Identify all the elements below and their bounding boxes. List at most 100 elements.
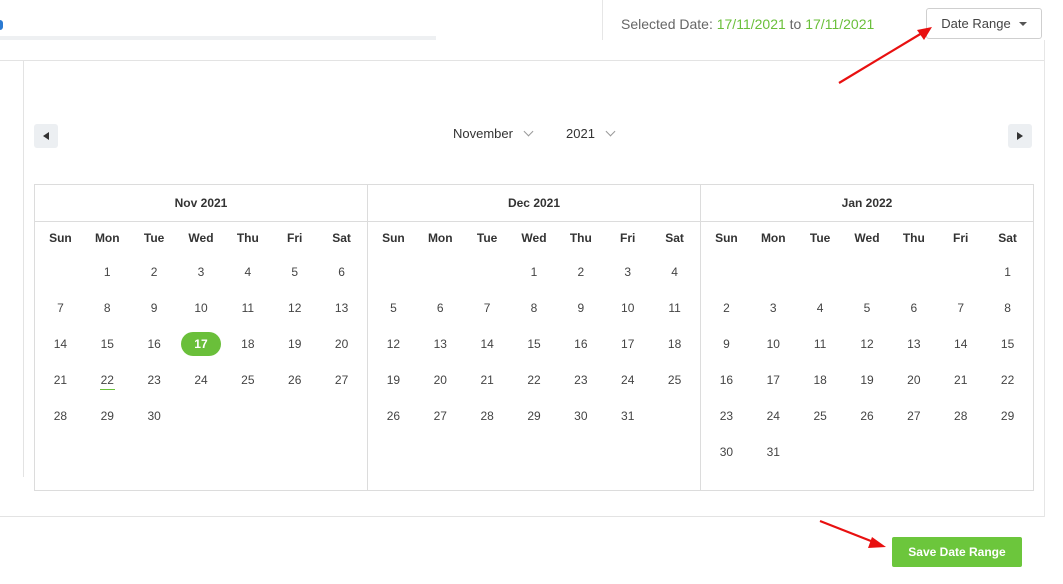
day-cell-selected[interactable]: 17 — [178, 332, 225, 356]
day-cell[interactable]: 30 — [703, 440, 750, 464]
day-cell[interactable]: 28 — [937, 404, 984, 428]
day-cell[interactable]: 6 — [318, 260, 365, 284]
day-cell[interactable]: 11 — [797, 332, 844, 356]
day-cell[interactable]: 17 — [604, 332, 651, 356]
day-cell[interactable]: 27 — [417, 404, 464, 428]
day-cell[interactable]: 26 — [271, 368, 318, 392]
day-cell[interactable]: 26 — [844, 404, 891, 428]
empty-day-cell — [890, 260, 937, 284]
day-cell[interactable]: 18 — [224, 332, 271, 356]
day-cell[interactable]: 4 — [651, 260, 698, 284]
day-cell[interactable]: 14 — [937, 332, 984, 356]
day-cell[interactable]: 18 — [797, 368, 844, 392]
day-cell[interactable]: 25 — [797, 404, 844, 428]
day-cell[interactable]: 23 — [557, 368, 604, 392]
day-cell[interactable]: 17 — [750, 368, 797, 392]
day-cell[interactable]: 1 — [84, 260, 131, 284]
day-cell[interactable]: 8 — [984, 296, 1031, 320]
day-cell[interactable]: 16 — [557, 332, 604, 356]
day-cell[interactable]: 27 — [318, 368, 365, 392]
day-cell[interactable]: 1 — [511, 260, 558, 284]
day-cell[interactable]: 3 — [178, 260, 225, 284]
day-cell[interactable]: 9 — [703, 332, 750, 356]
day-cell[interactable]: 8 — [511, 296, 558, 320]
day-cell[interactable]: 28 — [464, 404, 511, 428]
day-cell[interactable]: 27 — [890, 404, 937, 428]
month-select[interactable]: November — [453, 126, 534, 141]
day-cell[interactable]: 29 — [984, 404, 1031, 428]
day-cell[interactable]: 7 — [937, 296, 984, 320]
day-cell[interactable]: 14 — [464, 332, 511, 356]
day-cell[interactable]: 14 — [37, 332, 84, 356]
day-cell[interactable]: 22 — [511, 368, 558, 392]
day-cell[interactable]: 16 — [703, 368, 750, 392]
day-cell[interactable]: 19 — [271, 332, 318, 356]
day-cell[interactable]: 8 — [84, 296, 131, 320]
day-cell[interactable]: 21 — [37, 368, 84, 392]
day-cell[interactable]: 23 — [131, 368, 178, 392]
day-cell[interactable]: 9 — [557, 296, 604, 320]
day-cell[interactable]: 2 — [703, 296, 750, 320]
day-cell[interactable]: 3 — [604, 260, 651, 284]
day-cell[interactable]: 7 — [464, 296, 511, 320]
day-cell[interactable]: 5 — [370, 296, 417, 320]
day-cell[interactable]: 30 — [131, 404, 178, 428]
day-cell[interactable]: 15 — [511, 332, 558, 356]
day-cell[interactable]: 19 — [370, 368, 417, 392]
day-cell-today[interactable]: 22 — [84, 368, 131, 392]
day-cell[interactable]: 26 — [370, 404, 417, 428]
day-cell[interactable]: 22 — [984, 368, 1031, 392]
day-cell[interactable]: 25 — [224, 368, 271, 392]
save-date-range-button[interactable]: Save Date Range — [892, 537, 1022, 567]
day-cell[interactable]: 24 — [178, 368, 225, 392]
day-cell[interactable]: 24 — [604, 368, 651, 392]
day-cell[interactable]: 7 — [37, 296, 84, 320]
day-cell[interactable]: 12 — [370, 332, 417, 356]
day-cell[interactable]: 3 — [750, 296, 797, 320]
day-cell[interactable]: 10 — [178, 296, 225, 320]
day-cell[interactable]: 20 — [417, 368, 464, 392]
day-number: 30 — [574, 409, 588, 423]
day-cell[interactable]: 5 — [271, 260, 318, 284]
day-cell[interactable]: 13 — [417, 332, 464, 356]
day-cell[interactable]: 1 — [984, 260, 1031, 284]
day-cell[interactable]: 5 — [844, 296, 891, 320]
day-cell[interactable]: 4 — [224, 260, 271, 284]
day-cell[interactable]: 13 — [890, 332, 937, 356]
day-cell[interactable]: 20 — [318, 332, 365, 356]
day-cell[interactable]: 21 — [937, 368, 984, 392]
next-month-button[interactable] — [1008, 124, 1032, 148]
prev-month-button[interactable] — [34, 124, 58, 148]
day-cell[interactable]: 18 — [651, 332, 698, 356]
day-cell[interactable]: 6 — [417, 296, 464, 320]
day-cell[interactable]: 15 — [84, 332, 131, 356]
day-cell[interactable]: 10 — [604, 296, 651, 320]
day-cell[interactable]: 19 — [844, 368, 891, 392]
day-cell[interactable]: 4 — [797, 296, 844, 320]
day-cell[interactable]: 30 — [557, 404, 604, 428]
day-cell[interactable]: 23 — [703, 404, 750, 428]
day-cell[interactable]: 24 — [750, 404, 797, 428]
day-cell[interactable]: 20 — [890, 368, 937, 392]
day-cell[interactable]: 12 — [271, 296, 318, 320]
day-cell[interactable]: 12 — [844, 332, 891, 356]
day-cell[interactable]: 15 — [984, 332, 1031, 356]
day-cell[interactable]: 2 — [131, 260, 178, 284]
day-cell[interactable]: 31 — [604, 404, 651, 428]
day-cell[interactable]: 16 — [131, 332, 178, 356]
day-cell[interactable]: 29 — [511, 404, 558, 428]
day-cell[interactable]: 6 — [890, 296, 937, 320]
day-cell[interactable]: 11 — [224, 296, 271, 320]
day-cell[interactable]: 28 — [37, 404, 84, 428]
day-cell[interactable]: 29 — [84, 404, 131, 428]
day-cell[interactable]: 21 — [464, 368, 511, 392]
day-cell[interactable]: 10 — [750, 332, 797, 356]
date-range-button[interactable]: Date Range — [926, 8, 1042, 39]
day-cell[interactable]: 25 — [651, 368, 698, 392]
day-cell[interactable]: 13 — [318, 296, 365, 320]
day-cell[interactable]: 2 — [557, 260, 604, 284]
year-select[interactable]: 2021 — [566, 126, 616, 141]
day-cell[interactable]: 31 — [750, 440, 797, 464]
day-cell[interactable]: 11 — [651, 296, 698, 320]
day-cell[interactable]: 9 — [131, 296, 178, 320]
